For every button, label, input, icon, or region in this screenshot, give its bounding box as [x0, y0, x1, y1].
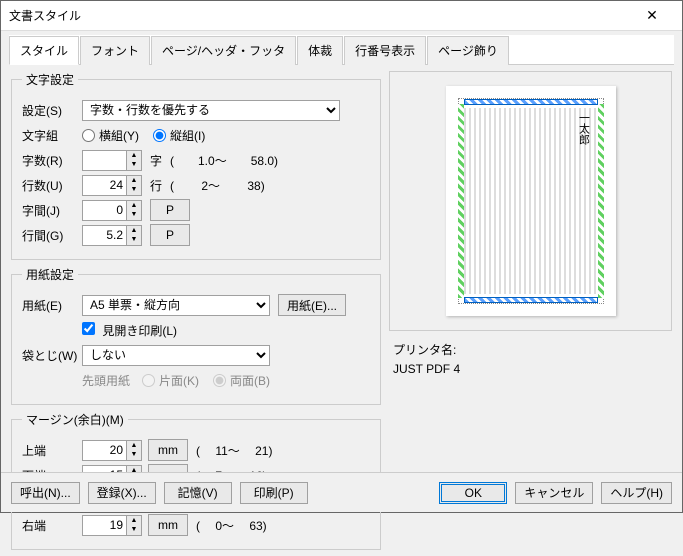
gyokan-label: 行間(G) [22, 227, 82, 244]
spread-checkbox[interactable]: 見開き印刷(L) [82, 322, 177, 339]
firstpage-label: 先頭用紙 [82, 372, 142, 389]
margin-legend: マージン(余白)(M) [22, 411, 128, 428]
oneside-radio: 片面(K) [142, 372, 199, 389]
bothside-radio: 両面(B) [213, 372, 270, 389]
bind-select[interactable]: しない [82, 345, 270, 366]
help-button[interactable]: ヘルプ(H) [601, 482, 672, 504]
top-hint: ( 11～ 21) [196, 442, 272, 459]
top-label: 上端 [22, 442, 82, 459]
ok-button[interactable]: OK [439, 482, 507, 504]
yoko-radio[interactable]: 横組(Y) [82, 127, 139, 144]
down-icon: ▼ [127, 160, 141, 170]
right-hint: ( 0～ 63) [196, 517, 267, 534]
jisu-spinner[interactable]: ▲▼ [82, 150, 142, 171]
cancel-button[interactable]: キャンセル [515, 482, 593, 504]
jikan-label: 字間(J) [22, 202, 82, 219]
gyokan-spinner[interactable]: ▲▼ [82, 225, 142, 246]
gyosu-hint: ( 2～ 38) [170, 177, 265, 194]
footer: 呼出(N)... 登録(X)... 記憶(V) 印刷(P) OK キャンセル ヘ… [1, 472, 682, 512]
preview-text: 一太郎 [576, 112, 592, 145]
paper-select[interactable]: A5 単票・縦方向 [82, 295, 270, 316]
gyo-unit: 行 [150, 177, 162, 194]
setting-label: 設定(S) [22, 102, 82, 119]
print-button[interactable]: 印刷(P) [240, 482, 308, 504]
jisu-label: 字数(R) [22, 152, 82, 169]
register-button[interactable]: 登録(X)... [88, 482, 156, 504]
tab-style[interactable]: スタイル [9, 36, 79, 65]
top-spinner[interactable]: ▲▼ [82, 440, 142, 461]
setting-select[interactable]: 字数・行数を優先する [82, 100, 340, 121]
tab-page-header[interactable]: ページ/ヘッダ・フッタ [151, 36, 296, 65]
char-settings-group: 文字設定 設定(S) 字数・行数を優先する 文字組 横組(Y) 縦組(I) 字数… [11, 71, 381, 260]
mojikumi-label: 文字組 [22, 127, 82, 144]
right-label: 右端 [22, 517, 82, 534]
jikan-p-button[interactable]: P [150, 199, 190, 221]
tab-decor[interactable]: ページ飾り [427, 36, 509, 65]
char-legend: 文字設定 [22, 71, 78, 88]
jisu-hint: ( 1.0～ 58.0) [170, 152, 278, 169]
memory-button[interactable]: 記憶(V) [164, 482, 232, 504]
gyokan-p-button[interactable]: P [150, 224, 190, 246]
gyosu-label: 行数(U) [22, 177, 82, 194]
tab-strip: スタイル フォント ページ/ヘッダ・フッタ 体裁 行番号表示 ページ飾り [9, 35, 674, 65]
close-icon[interactable]: ✕ [630, 2, 674, 30]
paper-legend: 用紙設定 [22, 266, 78, 283]
printer-label: プリンタ名: [393, 341, 672, 360]
up-icon: ▲ [127, 151, 141, 161]
window-title: 文書スタイル [9, 7, 630, 24]
paper-settings-group: 用紙設定 用紙(E) A5 単票・縦方向 用紙(E)... 見開き印刷(L) 袋… [11, 266, 381, 405]
printer-value: JUST PDF 4 [393, 360, 672, 379]
right-spinner[interactable]: ▲▼ [82, 515, 142, 536]
tate-radio[interactable]: 縦組(I) [153, 127, 205, 144]
tab-format[interactable]: 体裁 [297, 36, 343, 65]
page-preview: 一太郎 [389, 71, 672, 331]
paper-label: 用紙(E) [22, 297, 82, 314]
bind-label: 袋とじ(W) [22, 347, 82, 364]
tab-font[interactable]: フォント [80, 36, 150, 65]
titlebar: 文書スタイル ✕ [1, 1, 682, 31]
gyosu-spinner[interactable]: ▲▼ [82, 175, 142, 196]
paper-button[interactable]: 用紙(E)... [278, 294, 346, 316]
tab-linenum[interactable]: 行番号表示 [344, 36, 426, 65]
ji-unit: 字 [150, 152, 162, 169]
right-unit-button[interactable]: mm [148, 514, 188, 536]
jikan-spinner[interactable]: ▲▼ [82, 200, 142, 221]
recall-button[interactable]: 呼出(N)... [11, 482, 80, 504]
top-unit-button[interactable]: mm [148, 439, 188, 461]
